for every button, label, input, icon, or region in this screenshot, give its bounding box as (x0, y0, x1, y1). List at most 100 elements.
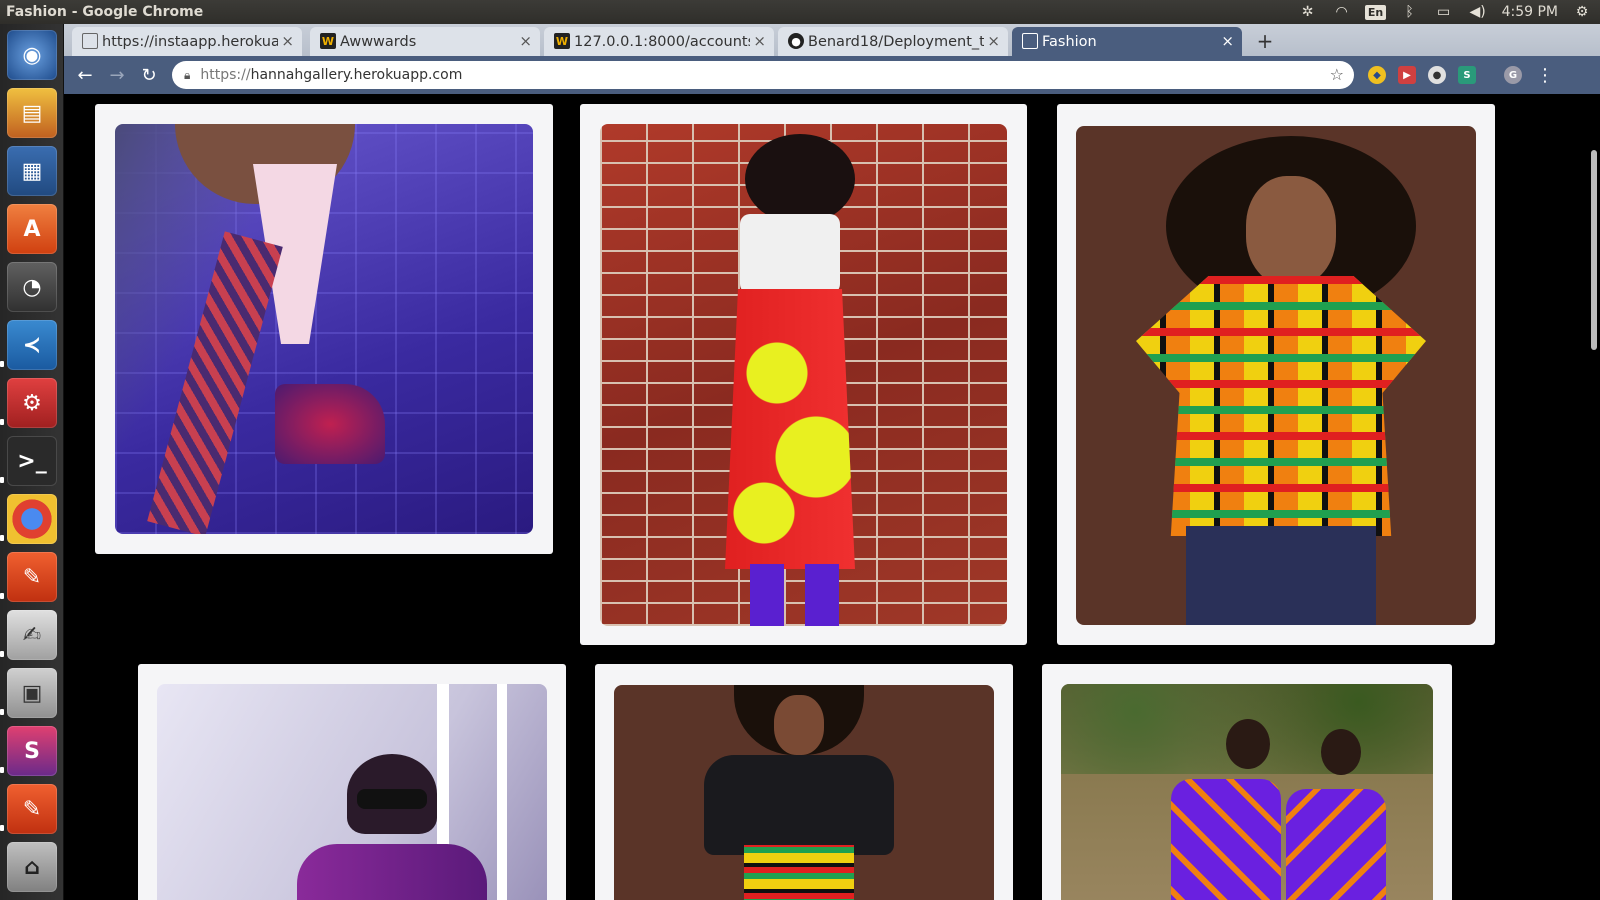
close-icon[interactable]: × (281, 32, 294, 50)
address-bar[interactable]: 🔒︎ https://hannahgallery.herokuapp.com ☆ (172, 61, 1354, 89)
bookmark-star-icon[interactable]: ☆ (1330, 65, 1344, 84)
running-pip (0, 419, 4, 425)
vertical-scrollbar[interactable] (1588, 94, 1600, 900)
black-top-photo[interactable] (614, 685, 994, 900)
circle-extension-icon[interactable]: ● (1428, 66, 1446, 84)
system-gear-icon[interactable]: ⚙ (1572, 4, 1592, 20)
running-pip (0, 767, 4, 773)
keyboard-layout-label: En (1364, 4, 1387, 20)
tab-strip: https://instaapp.herokua × W Awwwards × … (64, 24, 1600, 56)
close-icon[interactable]: × (987, 32, 1000, 50)
printer-icon[interactable]: ▣ (7, 668, 57, 718)
software-center-icon[interactable]: A (7, 204, 57, 254)
menu-kebab-icon[interactable]: ⋮ (1532, 62, 1558, 88)
awwwards-icon: W (320, 33, 336, 49)
back-arrow-icon[interactable]: ← (72, 62, 98, 88)
photo-detail (1171, 779, 1281, 900)
photo-detail (725, 289, 855, 569)
disk-usage-icon[interactable]: ◔ (7, 262, 57, 312)
settings-gear-icon[interactable]: ✲ (1298, 4, 1318, 20)
forward-arrow-icon[interactable]: → (104, 62, 130, 88)
volume-icon[interactable]: ◀) (1468, 4, 1488, 20)
chrome-icon[interactable] (7, 494, 57, 544)
tab-label: Fashion (1042, 33, 1097, 50)
text-editor-icon[interactable]: ✍ (7, 610, 57, 660)
record-extension-icon[interactable]: ▶ (1398, 66, 1416, 84)
awwwards-icon: W (554, 33, 570, 49)
trash-icon[interactable]: ⌂ (7, 842, 57, 892)
running-pip (0, 709, 4, 715)
photo-detail (1286, 789, 1386, 900)
scrollbar-thumb[interactable] (1591, 150, 1597, 350)
tab-fashion[interactable]: Fashion × (1012, 27, 1242, 56)
reload-icon[interactable]: ↻ (136, 62, 162, 88)
close-icon[interactable]: × (753, 32, 766, 50)
gallery-card[interactable] (1042, 664, 1452, 900)
clock[interactable]: 4:59 PM (1502, 4, 1558, 20)
close-icon[interactable]: × (519, 32, 532, 50)
running-pip (0, 477, 4, 483)
system-settings-icon[interactable]: ⚙ (7, 378, 57, 428)
tab-awwwards[interactable]: W Awwwards × (310, 27, 540, 56)
photo-detail (1321, 729, 1361, 775)
s-extension-icon[interactable]: S (1458, 66, 1476, 84)
kente-top-photo[interactable] (1076, 126, 1476, 625)
window-title: Fashion - Google Chrome (6, 4, 204, 20)
tab-github[interactable]: ● Benard18/Deployment_t × (778, 27, 1008, 56)
tab-label: https://instaapp.herokua (102, 33, 278, 50)
wifi-icon[interactable]: ◠ (1332, 4, 1352, 20)
gallery-card[interactable] (1057, 104, 1495, 645)
terminal-icon[interactable]: >_ (7, 436, 57, 486)
writer-icon[interactable]: ▦ (7, 146, 57, 196)
vscode-icon[interactable]: ≺ (7, 320, 57, 370)
page-viewport (64, 94, 1600, 900)
battery-icon[interactable]: ▭ (1434, 4, 1454, 20)
bluetooth-icon[interactable]: ᛒ (1400, 4, 1420, 20)
two-women-photo[interactable] (1061, 684, 1433, 900)
launcher: ◉ ▤ ▦ A ◔ ≺ ⚙ >_ ✎ ✍ ▣ S ✎ ⌂ (0, 24, 64, 900)
running-pip (0, 651, 4, 657)
photo-detail (805, 564, 839, 626)
ubuntu-dash-icon[interactable]: ◉ (7, 30, 57, 80)
lock-icon[interactable]: 🔒︎ (184, 68, 190, 83)
photo-detail (1136, 276, 1426, 536)
gallery-card[interactable] (580, 104, 1027, 645)
page-icon (1022, 33, 1038, 49)
brick-wall-photo[interactable] (600, 124, 1007, 626)
gallery-card[interactable] (595, 664, 1013, 900)
photo-detail (1226, 719, 1270, 769)
top-panel: Fashion - Google Chrome ✲ ◠ En ᛒ ▭ ◀) 4:… (0, 0, 1600, 24)
close-icon[interactable]: × (1221, 32, 1234, 50)
postman-icon[interactable]: ✎ (7, 552, 57, 602)
photo-detail (745, 134, 855, 224)
photo-detail (275, 384, 385, 464)
photo-detail (1246, 176, 1336, 286)
window-portrait-photo[interactable] (157, 684, 547, 900)
files-icon[interactable]: ▤ (7, 88, 57, 138)
keyboard-layout-indicator[interactable]: En (1364, 4, 1387, 20)
gallery-card[interactable] (138, 664, 566, 900)
slack-icon[interactable]: S (7, 726, 57, 776)
python-extension-icon[interactable]: ◆ (1368, 66, 1386, 84)
running-pip (0, 825, 4, 831)
indicator-area: ✲ ◠ En ᛒ ▭ ◀) 4:59 PM ⚙ (1298, 0, 1600, 24)
gallery-card[interactable] (95, 104, 553, 554)
suit-photo[interactable] (115, 124, 533, 534)
photo-detail (357, 789, 427, 809)
new-tab-button[interactable]: + (1252, 29, 1278, 53)
photo-detail (750, 564, 784, 626)
photo-detail (497, 684, 507, 900)
photo-detail (1186, 526, 1376, 625)
tab-localhost-accounts[interactable]: W 127.0.0.1:8000/accounts/ × (544, 27, 774, 56)
running-pip (0, 361, 4, 367)
url-scheme: https:// (200, 67, 251, 83)
postman-alt-icon[interactable]: ✎ (7, 784, 57, 834)
toolbar: ← → ↻ 🔒︎ https://hannahgallery.herokuapp… (64, 56, 1600, 94)
photo-detail (704, 755, 894, 855)
photo-detail (744, 845, 854, 900)
tab-instaapp[interactable]: https://instaapp.herokua × (72, 27, 302, 56)
tab-label: 127.0.0.1:8000/accounts/ (574, 33, 750, 50)
profile-avatar[interactable]: G (1504, 66, 1522, 84)
page-icon (82, 33, 98, 49)
photo-detail (774, 695, 824, 755)
